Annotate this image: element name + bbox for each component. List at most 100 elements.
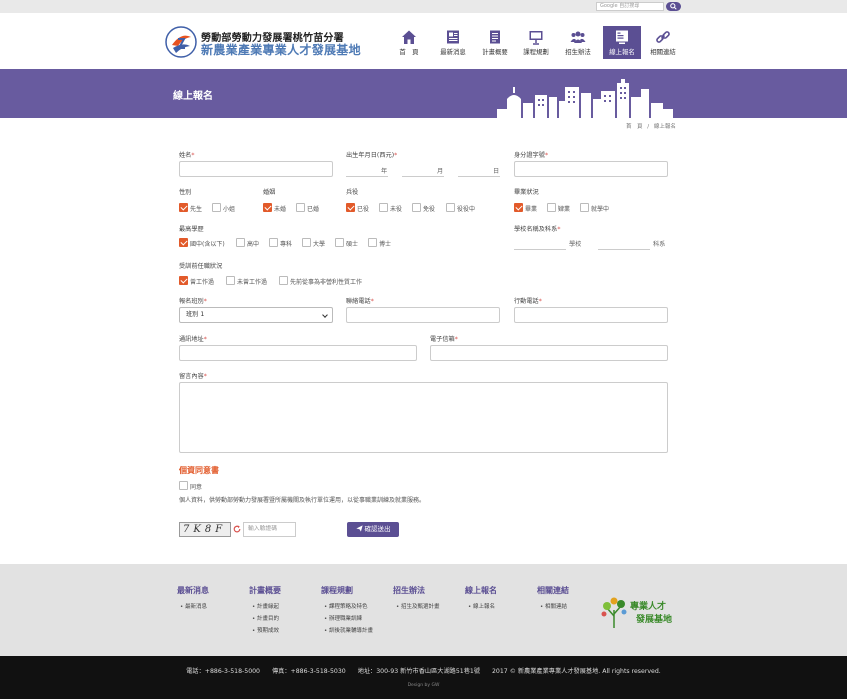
footer-col-admission: 招生辦法 招生及甄選計畫 xyxy=(393,585,440,610)
grad-dropped-label: 肄業 xyxy=(558,206,571,213)
footer-heading[interactable]: 線上報名 xyxy=(465,585,497,596)
edu-senior-checkbox[interactable] xyxy=(236,238,245,247)
breadcrumb-home[interactable]: 首 頁 xyxy=(626,124,643,130)
military-done-checkbox[interactable] xyxy=(346,203,355,212)
footer-heading[interactable]: 課程規劃 xyxy=(321,585,373,596)
nav-overview-label: 計畫概要 xyxy=(482,48,508,56)
class-select[interactable]: 班別 1 xyxy=(179,307,333,323)
birth-month-field[interactable] xyxy=(402,176,444,177)
class-label: 報名班別* xyxy=(179,298,207,305)
footer-link[interactable]: 預期成效 xyxy=(249,626,281,634)
message-label: 留言內容* xyxy=(179,373,207,380)
edu-label: 最高學歷 xyxy=(179,226,204,233)
nav-admission[interactable]: 招生辦法 xyxy=(559,26,597,59)
gender-male-checkbox[interactable] xyxy=(179,203,188,212)
edu-university-checkbox[interactable] xyxy=(302,238,311,247)
nav-links-label: 相關連結 xyxy=(650,48,676,56)
footer-heading[interactable]: 招生辦法 xyxy=(393,585,440,596)
message-textarea[interactable] xyxy=(179,382,668,453)
gender-female-checkbox[interactable] xyxy=(212,203,221,212)
design-credit: Design by GW xyxy=(407,683,440,688)
mobile-label: 行動電話* xyxy=(514,298,542,305)
nav-home[interactable]: 首 頁 xyxy=(390,26,428,59)
nav-courses[interactable]: 課程規劃 xyxy=(517,26,555,59)
work-never-checkbox[interactable] xyxy=(226,276,235,285)
edu-college-checkbox[interactable] xyxy=(269,238,278,247)
gender-label: 性別 xyxy=(179,189,192,196)
send-icon xyxy=(355,525,363,532)
link-icon xyxy=(656,31,670,43)
footer-link[interactable]: 訓後就業輔導計畫 xyxy=(321,626,373,634)
page-title: 線上報名 xyxy=(173,91,213,102)
department-field[interactable] xyxy=(598,249,650,250)
birth-day-unit: 日 xyxy=(493,168,500,175)
edu-junior-checkbox[interactable] xyxy=(179,238,188,247)
name-field[interactable] xyxy=(179,161,333,177)
mobile-field[interactable] xyxy=(514,307,668,323)
military-not-label: 未役 xyxy=(390,206,403,213)
search-input[interactable]: Google 自訂搜尋 xyxy=(596,2,664,11)
footer-link[interactable]: 最新消息 xyxy=(177,602,209,610)
breadcrumb-current: 線上報名 xyxy=(653,124,676,130)
military-not-checkbox[interactable] xyxy=(379,203,388,212)
contact-phone: 電話：+886-3-518-5000 xyxy=(186,668,260,675)
footer-link[interactable]: 相關連結 xyxy=(537,602,569,610)
email-field[interactable] xyxy=(430,345,668,361)
contact-fax: 傳真：+886-3-518-5030 xyxy=(271,668,346,675)
footer-link[interactable]: 招生及甄選計畫 xyxy=(393,602,440,610)
footer-link[interactable]: 線上報名 xyxy=(465,602,497,610)
city-skyline-icon xyxy=(497,79,673,118)
footer-link[interactable]: 計畫目的 xyxy=(249,614,281,622)
military-serving-checkbox[interactable] xyxy=(446,203,455,212)
school-unit: 學校 xyxy=(569,241,582,248)
footer-link[interactable]: 計畫緣起 xyxy=(249,602,281,610)
document-icon xyxy=(490,30,500,44)
phone-field[interactable] xyxy=(346,307,500,323)
work-worked-label: 曾工作過 xyxy=(190,279,215,286)
captcha-input[interactable]: 輸入驗證碼 xyxy=(243,522,296,537)
school-name-field[interactable] xyxy=(514,249,566,250)
nav-overview[interactable]: 計畫概要 xyxy=(476,26,514,59)
marriage-single-label: 未婚 xyxy=(274,206,287,213)
privacy-agree-checkbox[interactable] xyxy=(179,481,188,490)
site-title: 新農業產業專業人才發展基地 xyxy=(201,43,361,57)
gender-male-label: 先生 xyxy=(190,206,203,213)
footer-heading[interactable]: 計畫概要 xyxy=(249,585,281,596)
address-field[interactable] xyxy=(179,345,417,361)
footer-heading[interactable]: 相關連結 xyxy=(537,585,569,596)
edu-junior-label: 國中(含以下) xyxy=(190,241,225,248)
edu-master-checkbox[interactable] xyxy=(335,238,344,247)
work-nonprofit-checkbox[interactable] xyxy=(279,276,288,285)
birth-year-field[interactable] xyxy=(346,176,388,177)
grad-done-checkbox[interactable] xyxy=(514,203,523,212)
grad-studying-checkbox[interactable] xyxy=(580,203,589,212)
bottom-bar: 電話：+886-3-518-5000 傳真：+886-3-518-5030 地址… xyxy=(0,656,847,699)
marriage-married-checkbox[interactable] xyxy=(296,203,305,212)
birth-day-field[interactable] xyxy=(458,176,500,177)
refresh-icon[interactable] xyxy=(233,525,241,533)
nav-courses-label: 課程規劃 xyxy=(523,48,549,56)
edu-phd-checkbox[interactable] xyxy=(368,238,377,247)
footer-link[interactable]: 辦理職業訓練 xyxy=(321,614,373,622)
marriage-single-checkbox[interactable] xyxy=(263,203,272,212)
work-never-label: 未曾工作過 xyxy=(237,279,268,286)
nav-news[interactable]: 最新消息 xyxy=(434,26,472,59)
footer-col-news: 最新消息 最新消息 xyxy=(177,585,209,610)
marriage-label: 婚姻 xyxy=(263,189,276,196)
submit-button[interactable]: 確認送出 xyxy=(347,522,399,537)
privacy-title: 個資同意書 xyxy=(179,466,219,475)
id-field[interactable] xyxy=(514,161,668,177)
footer-link[interactable]: 課程策略及特色 xyxy=(321,602,373,610)
edu-phd-label: 博士 xyxy=(379,241,392,248)
nav-admission-label: 招生辦法 xyxy=(565,48,591,56)
edu-university-label: 大學 xyxy=(313,241,326,248)
work-worked-checkbox[interactable] xyxy=(179,276,188,285)
site-logo-icon[interactable] xyxy=(165,26,197,58)
grad-studying-label: 就學中 xyxy=(591,206,610,213)
military-exempt-checkbox[interactable] xyxy=(412,203,421,212)
footer-heading[interactable]: 最新消息 xyxy=(177,585,209,596)
nav-register[interactable]: 線上報名 xyxy=(603,26,641,59)
nav-links[interactable]: 相關連結 xyxy=(644,26,682,59)
search-button[interactable] xyxy=(666,2,681,11)
grad-dropped-checkbox[interactable] xyxy=(547,203,556,212)
